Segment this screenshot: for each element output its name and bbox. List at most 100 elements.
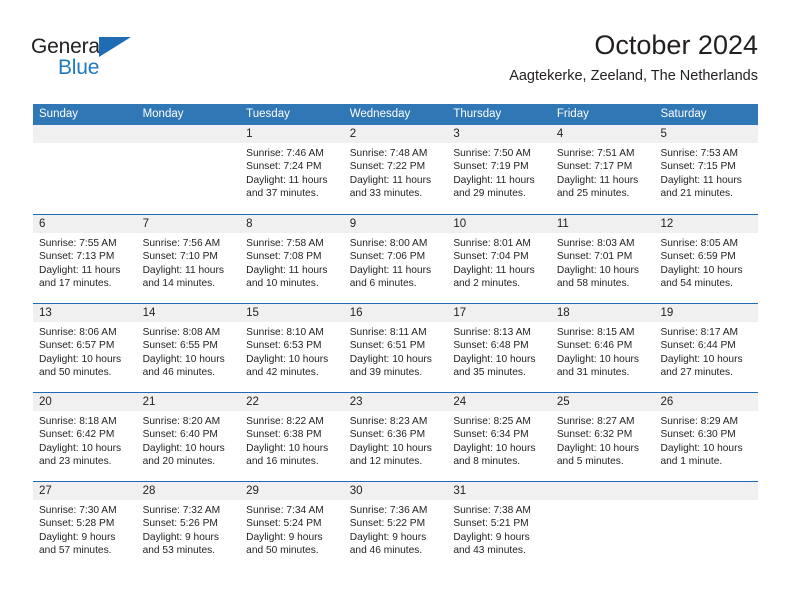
sunrise-text: Sunrise: 8:29 AM: [660, 416, 739, 427]
day-sun-info: Sunrise: 8:17 AM Sunset: 6:44 PM Daylight:…: [654, 322, 758, 380]
calendar-day-cell[interactable]: 30 Sunrise: 7:36 AM Sunset: 5:22 PM Dayligh…: [343, 482, 448, 570]
calendar-day-cell[interactable]: 10 Sunrise: 8:01 AM Sunset: 7:04 PM Dayligh…: [447, 215, 551, 303]
day-sun-info: Sunrise: 7:50 AM Sunset: 7:19 PM Daylight:…: [447, 143, 551, 201]
sunset-text: Sunset: 7:04 PM: [453, 251, 529, 263]
day-sun-info: Sunrise: 7:32 AM Sunset: 5:26 PM Daylight:…: [137, 500, 241, 558]
calendar-day-cell[interactable]: 1 Sunrise: 7:46 AM Sunset: 7:24 PM Daylight…: [240, 125, 344, 214]
calendar-day-cell[interactable]: 20 Sunrise: 8:18 AM Sunset: 6:42 PM Dayligh…: [33, 393, 137, 481]
daylight-text-line2: and 27 minutes.: [660, 367, 733, 379]
day-sun-info: [33, 143, 137, 147]
calendar-day-cell[interactable]: 19 Sunrise: 8:17 AM Sunset: 6:44 PM Dayligh…: [654, 304, 759, 392]
sunset-text: Sunset: 7:06 PM: [349, 251, 426, 263]
day-sun-info: Sunrise: 8:03 AM Sunset: 7:01 PM Daylight:…: [551, 233, 655, 291]
day-number: 21: [136, 393, 241, 411]
calendar-day-cell[interactable]: 13 Sunrise: 8:06 AM Sunset: 6:57 PM Dayligh…: [33, 304, 137, 392]
calendar-day-cell[interactable]: 15 Sunrise: 8:10 AM Sunset: 6:53 PM Dayligh…: [240, 304, 344, 392]
daylight-text-line1: Daylight: 10 hours: [349, 442, 432, 454]
daylight-text-line1: Daylight: 10 hours: [246, 442, 329, 454]
sunrise-text: Sunrise: 8:06 AM: [39, 327, 117, 338]
daylight-text-line1: Daylight: 11 hours: [142, 264, 224, 276]
calendar-day-cell[interactable]: 16 Sunrise: 8:11 AM Sunset: 6:51 PM Dayligh…: [343, 304, 448, 392]
daylight-text-line2: and 25 minutes.: [556, 188, 630, 200]
sunrise-text: Sunrise: 7:50 AM: [453, 148, 531, 159]
calendar-day-cell[interactable]: 5 Sunrise: 7:53 AM Sunset: 7:15 PM Daylight…: [654, 125, 759, 214]
page-header: General Blue October 2024 Aagtekerke, Ze…: [0, 0, 792, 104]
daylight-text-line2: and 29 minutes.: [453, 188, 526, 200]
triangle-icon: [99, 37, 131, 57]
sunset-text: Sunset: 7:10 PM: [142, 251, 218, 263]
day-number: 1: [240, 125, 344, 143]
calendar-day-cell[interactable]: 3 Sunrise: 7:50 AM Sunset: 7:19 PM Daylight…: [447, 125, 551, 214]
sunrise-text: Sunrise: 7:36 AM: [349, 505, 428, 516]
daylight-text-line1: Daylight: 10 hours: [142, 442, 225, 454]
daylight-text-line2: and 46 minutes.: [142, 367, 216, 379]
day-number: 29: [240, 482, 344, 500]
calendar-day-cell[interactable]: 23 Sunrise: 8:23 AM Sunset: 6:36 PM Dayligh…: [343, 393, 448, 481]
day-number: 6: [33, 215, 137, 233]
daylight-text-line2: and 43 minutes.: [453, 545, 526, 557]
calendar-day-cell[interactable]: 12 Sunrise: 8:05 AM Sunset: 6:59 PM Dayligh…: [654, 215, 759, 303]
daylight-text-line2: and 2 minutes.: [453, 278, 521, 290]
daylight-text-line2: and 6 minutes.: [349, 278, 417, 290]
day-sun-info: Sunrise: 8:11 AM Sunset: 6:51 PM Daylight:…: [344, 322, 448, 380]
calendar-day-cell[interactable]: 21 Sunrise: 8:20 AM Sunset: 6:40 PM Dayligh…: [136, 393, 241, 481]
calendar-day-cell[interactable]: 17 Sunrise: 8:13 AM Sunset: 6:48 PM Dayligh…: [447, 304, 551, 392]
calendar-day-cell[interactable]: 27 Sunrise: 7:30 AM Sunset: 5:28 PM Dayligh…: [33, 482, 137, 570]
sunrise-text: Sunrise: 8:22 AM: [246, 416, 324, 427]
calendar-week-row: 6 Sunrise: 7:55 AM Sunset: 7:13 PM Daylight…: [33, 214, 759, 303]
sunrise-text: Sunrise: 8:15 AM: [556, 327, 635, 338]
daylight-text-line1: Daylight: 10 hours: [556, 442, 640, 454]
daylight-text-line2: and 8 minutes.: [453, 456, 521, 468]
daylight-text-line1: Daylight: 10 hours: [39, 353, 122, 365]
sunset-text: Sunset: 6:36 PM: [349, 429, 426, 441]
sunset-text: Sunset: 7:01 PM: [556, 251, 633, 263]
day-number: 30: [343, 482, 448, 500]
daylight-text-line1: Daylight: 10 hours: [142, 353, 225, 365]
calendar-day-cell[interactable]: 14 Sunrise: 8:08 AM Sunset: 6:55 PM Dayligh…: [136, 304, 241, 392]
day-sun-info: Sunrise: 7:58 AM Sunset: 7:08 PM Daylight:…: [240, 233, 344, 291]
daylight-text-line1: Daylight: 9 hours: [246, 531, 323, 543]
daylight-text-line1: Daylight: 10 hours: [660, 264, 743, 276]
sunrise-text: Sunrise: 7:53 AM: [660, 148, 739, 159]
calendar-day-cell[interactable]: 11 Sunrise: 8:03 AM Sunset: 7:01 PM Dayligh…: [550, 215, 655, 303]
calendar-day-cell[interactable]: 6 Sunrise: 7:55 AM Sunset: 7:13 PM Daylight…: [33, 215, 137, 303]
calendar-week-row: 13 Sunrise: 8:06 AM Sunset: 6:57 PM Dayligh…: [33, 303, 759, 392]
day-number: 11: [550, 215, 655, 233]
sunrise-text: Sunrise: 8:08 AM: [142, 327, 221, 338]
calendar-week-row: 20 Sunrise: 8:18 AM Sunset: 6:42 PM Dayligh…: [33, 392, 759, 481]
day-number: [136, 125, 241, 143]
sunrise-text: Sunrise: 7:51 AM: [556, 148, 635, 159]
day-number: 24: [447, 393, 551, 411]
calendar-day-cell[interactable]: 24 Sunrise: 8:25 AM Sunset: 6:34 PM Dayligh…: [447, 393, 551, 481]
day-sun-info: Sunrise: 8:00 AM Sunset: 7:06 PM Daylight:…: [344, 233, 448, 291]
calendar-day-cell[interactable]: 9 Sunrise: 8:00 AM Sunset: 7:06 PM Daylight…: [343, 215, 448, 303]
calendar-week-row: 1 Sunrise: 7:46 AM Sunset: 7:24 PM Daylight…: [33, 125, 759, 214]
calendar-day-cell[interactable]: 2 Sunrise: 7:48 AM Sunset: 7:22 PM Daylight…: [343, 125, 448, 214]
daylight-text-line1: Daylight: 11 hours: [39, 264, 121, 276]
daylight-text-line1: Daylight: 10 hours: [246, 353, 329, 365]
calendar-day-cell-empty: [33, 125, 137, 214]
dow-monday: Monday: [142, 108, 184, 120]
calendar-day-cell[interactable]: 4 Sunrise: 7:51 AM Sunset: 7:17 PM Daylight…: [550, 125, 655, 214]
daylight-text-line1: Daylight: 9 hours: [39, 531, 116, 543]
sunset-text: Sunset: 6:32 PM: [556, 429, 633, 441]
calendar-day-cell[interactable]: 7 Sunrise: 7:56 AM Sunset: 7:10 PM Daylight…: [136, 215, 241, 303]
calendar-day-cell[interactable]: 31 Sunrise: 7:38 AM Sunset: 5:21 PM Dayligh…: [447, 482, 551, 570]
calendar-day-cell[interactable]: 26 Sunrise: 8:29 AM Sunset: 6:30 PM Dayligh…: [654, 393, 759, 481]
sunset-text: Sunset: 5:24 PM: [246, 518, 322, 530]
calendar-day-cell[interactable]: 28 Sunrise: 7:32 AM Sunset: 5:26 PM Dayligh…: [136, 482, 241, 570]
daylight-text-line1: Daylight: 10 hours: [453, 353, 536, 365]
calendar-day-cell[interactable]: 22 Sunrise: 8:22 AM Sunset: 6:38 PM Dayligh…: [240, 393, 344, 481]
calendar-day-cell[interactable]: 29 Sunrise: 7:34 AM Sunset: 5:24 PM Dayligh…: [240, 482, 344, 570]
daylight-text-line1: Daylight: 9 hours: [349, 531, 427, 543]
dow-thursday: Thursday: [453, 108, 502, 120]
daylight-text-line2: and 33 minutes.: [349, 188, 423, 200]
day-sun-info: Sunrise: 7:56 AM Sunset: 7:10 PM Daylight:…: [137, 233, 241, 291]
day-sun-info: Sunrise: 7:53 AM Sunset: 7:15 PM Daylight:…: [654, 143, 758, 201]
day-sun-info: Sunrise: 8:18 AM Sunset: 6:42 PM Daylight:…: [33, 411, 137, 469]
calendar-day-cell[interactable]: 8 Sunrise: 7:58 AM Sunset: 7:08 PM Daylight…: [240, 215, 344, 303]
sunset-text: Sunset: 6:53 PM: [246, 340, 322, 352]
calendar-day-cell[interactable]: 25 Sunrise: 8:27 AM Sunset: 6:32 PM Dayligh…: [550, 393, 655, 481]
sunrise-text: Sunrise: 8:05 AM: [660, 238, 739, 249]
calendar-day-cell[interactable]: 18 Sunrise: 8:15 AM Sunset: 6:46 PM Dayligh…: [550, 304, 655, 392]
